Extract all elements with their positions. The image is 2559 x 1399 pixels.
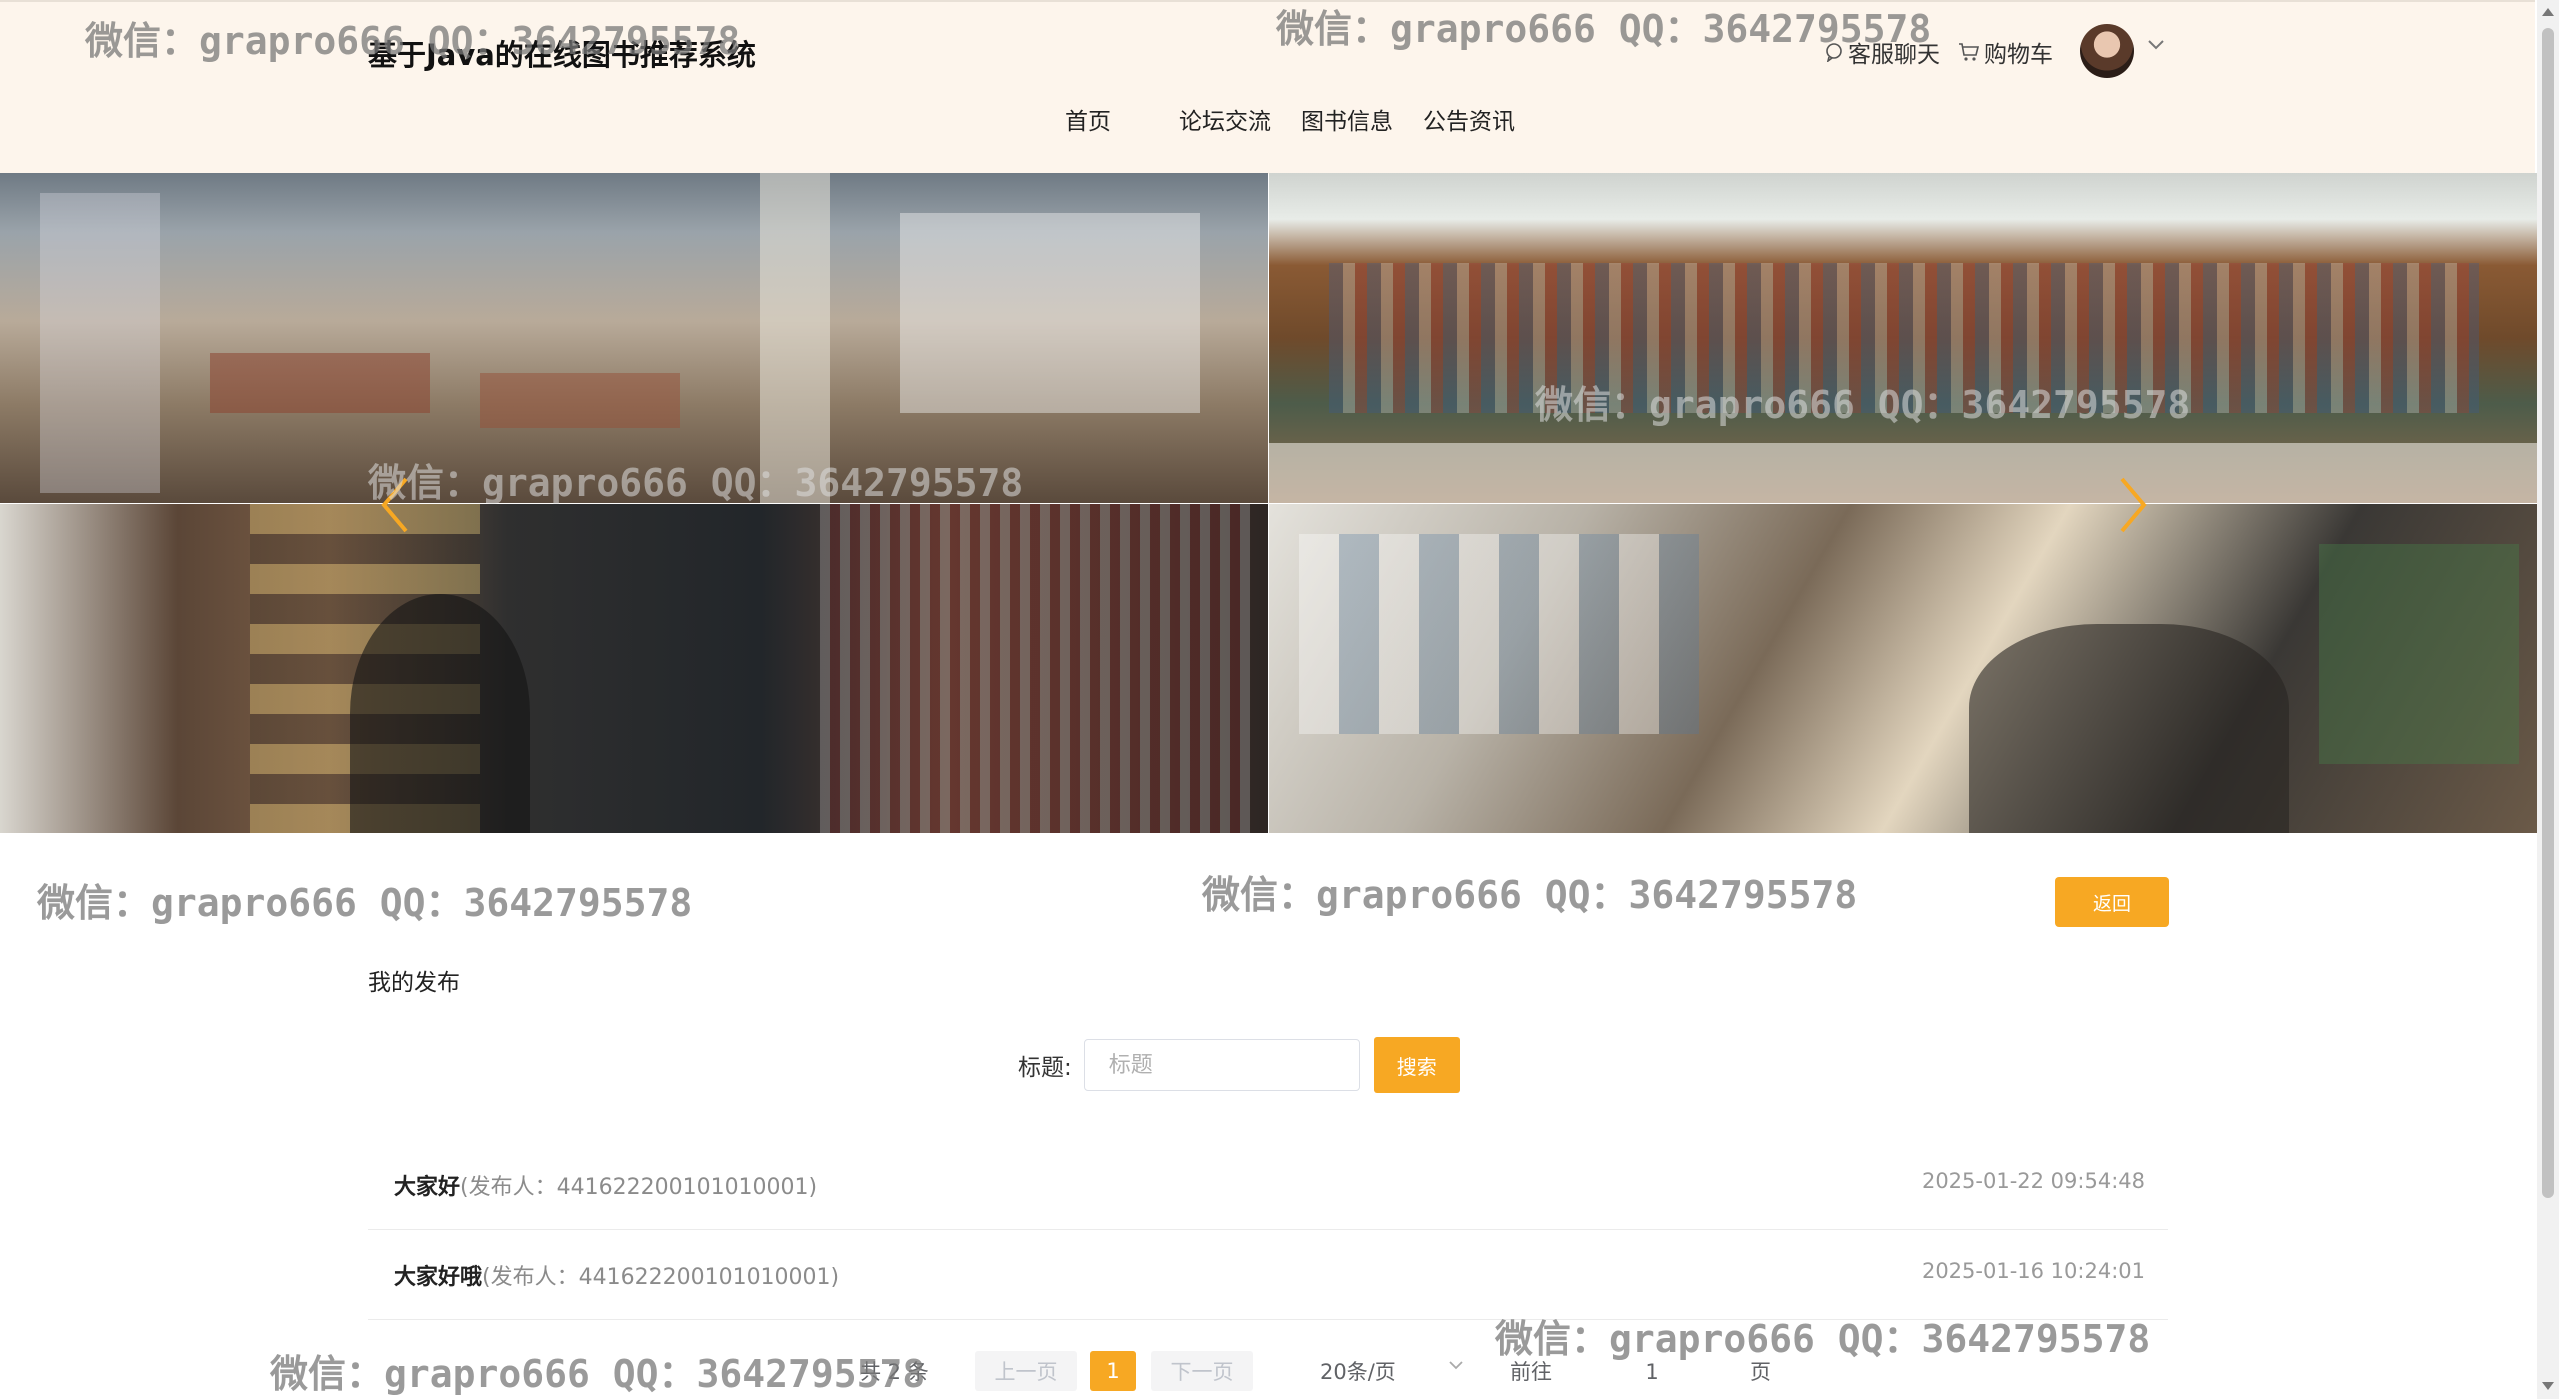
post-publisher: (发布人：441622200101010001) (460, 1175, 818, 1200)
post-title-text: 大家好哦 (394, 1265, 483, 1290)
chevron-down-icon[interactable] (1448, 1359, 1464, 1371)
cart-link[interactable]: 购物车 (1958, 35, 2053, 69)
nav-forum[interactable]: 论坛交流 (1164, 102, 1286, 136)
watermark: 微信：grapro666 QQ：3642795578 (1202, 873, 1858, 917)
nav-books[interactable]: 图书信息 (1286, 102, 1408, 136)
list-item[interactable]: 大家好哦(发布人：441622200101010001) 2025-01-16 … (368, 1230, 2168, 1320)
search-button[interactable]: 搜索 (1373, 1037, 1460, 1093)
chevron-down-icon[interactable] (2147, 38, 2165, 52)
search-bar: 标题: 搜索 (1018, 1037, 1460, 1093)
customer-chat-link[interactable]: 客服聊天 (1824, 35, 1940, 69)
bookstore-photo-shelves (0, 504, 1268, 833)
chat-label: 客服聊天 (1848, 42, 1940, 68)
main-nav: 首页 论坛交流 图书信息 公告资讯 (1050, 102, 1530, 136)
site-header: 基于Java的在线图书推荐系统 客服聊天 购物车 首页 论坛交流 图书信息 公告… (0, 0, 2535, 174)
user-avatar[interactable] (2080, 24, 2134, 78)
next-page-button[interactable]: 下一页 (1151, 1351, 1253, 1391)
page-jump-input[interactable] (1602, 1351, 1702, 1393)
post-title-text: 大家好 (394, 1175, 461, 1200)
bookstore-photo-browsing (1269, 504, 2537, 833)
goto-label: 前往 (1510, 1360, 1552, 1384)
bookstore-photo-reading-room (1269, 173, 2537, 503)
post-date: 2025-01-22 09:54:48 (1921, 1169, 2145, 1193)
section-title: 我的发布 (368, 970, 460, 996)
current-page[interactable]: 1 (1090, 1351, 1136, 1391)
title-search-input[interactable] (1083, 1039, 1360, 1091)
pagination: 共 2 条 上一页 1 下一页 20条/页 前往 页 (0, 1345, 2559, 1395)
post-date: 2025-01-16 10:24:01 (1921, 1259, 2145, 1283)
scroll-thumb[interactable] (2542, 28, 2554, 1198)
pagination-total: 共 2 条 (860, 1360, 929, 1384)
post-title: 大家好哦(发布人：441622200101010001) (394, 1259, 839, 1291)
search-label: 标题: (1018, 1055, 1072, 1081)
banner-carousel (0, 173, 2537, 833)
post-publisher: (发布人：441622200101010001) (482, 1265, 840, 1290)
chat-icon (1826, 43, 1842, 62)
post-list: 大家好(发布人：441622200101010001) 2025-01-22 0… (368, 1140, 2168, 1320)
top-actions: 客服聊天 购物车 (1824, 32, 2053, 72)
cart-label: 购物车 (1984, 42, 2053, 68)
page-size-select[interactable]: 20条/页 (1302, 1351, 1472, 1391)
watermark: 微信：grapro666 QQ：3642795578 (37, 881, 693, 925)
scroll-up-icon[interactable] (2542, 8, 2554, 16)
page-unit-label: 页 (1750, 1360, 1771, 1384)
back-button[interactable]: 返回 (2055, 877, 2169, 927)
bookstore-photo-hall (0, 173, 1268, 503)
site-title: 基于Java的在线图书推荐系统 (368, 38, 756, 72)
post-title: 大家好(发布人：441622200101010001) (394, 1169, 817, 1201)
cart-icon (1959, 43, 1980, 61)
list-item[interactable]: 大家好(发布人：441622200101010001) 2025-01-22 0… (368, 1140, 2168, 1230)
page-scrollbar[interactable] (2537, 0, 2559, 1399)
carousel-prev-icon[interactable] (378, 475, 412, 535)
carousel-next-icon[interactable] (2116, 475, 2150, 535)
nav-home[interactable]: 首页 (1050, 102, 1126, 136)
prev-page-button[interactable]: 上一页 (975, 1351, 1077, 1391)
nav-news[interactable]: 公告资讯 (1408, 102, 1530, 136)
scroll-down-icon[interactable] (2542, 1382, 2554, 1390)
